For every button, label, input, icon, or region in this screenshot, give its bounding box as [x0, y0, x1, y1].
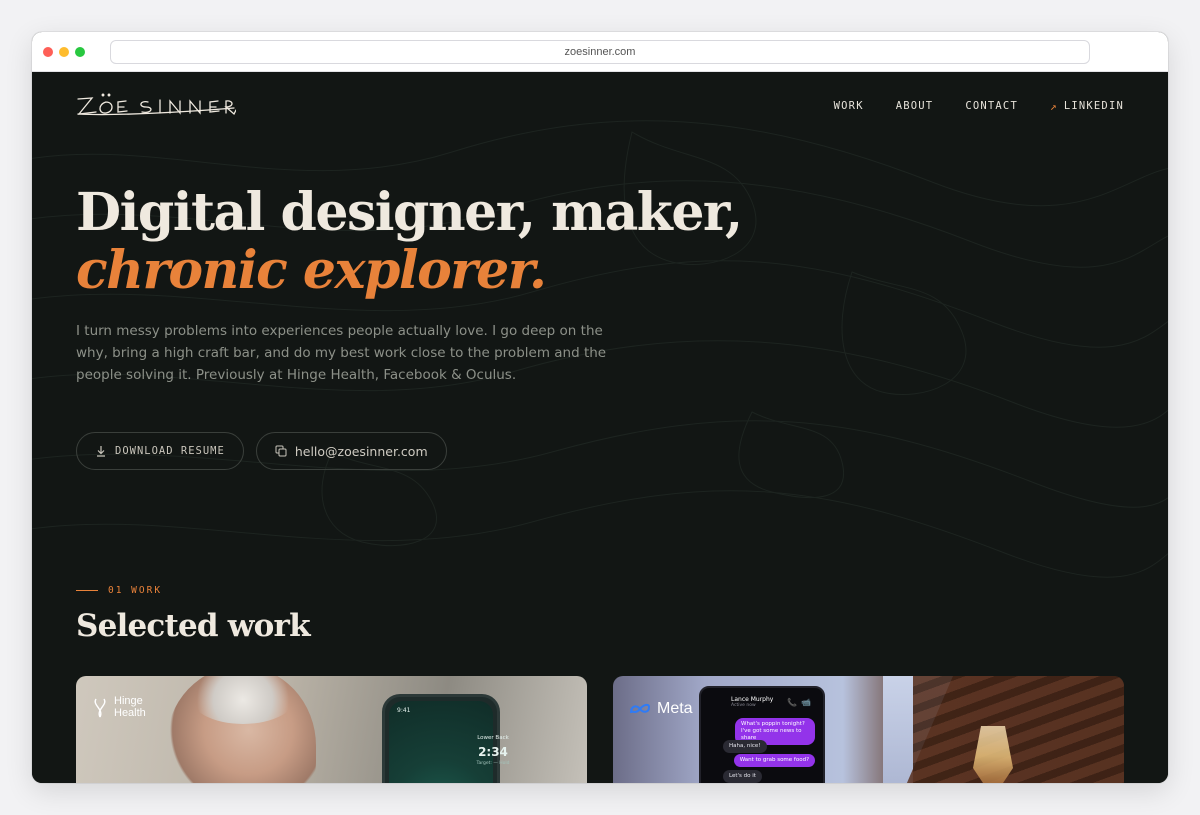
close-window-button[interactable]: [43, 47, 53, 57]
arrow-up-right-icon: ↗: [1049, 99, 1058, 113]
address-bar[interactable]: zoesinner.com: [110, 40, 1090, 64]
nav-links: WORK ABOUT CONTACT ↗ LINKEDIN: [834, 100, 1124, 113]
zoe-sinner-logo[interactable]: [76, 90, 236, 122]
minimize-window-button[interactable]: [59, 47, 69, 57]
wooden-rafters: [913, 676, 1124, 783]
chat-bubble: Haha, nice!: [723, 740, 767, 753]
call-icons: 📞📹: [787, 698, 815, 707]
address-bar-url: zoesinner.com: [564, 46, 636, 58]
hinge-app-screen: 9:41 Lower Back 2:34 Target: — Hold: [389, 701, 510, 783]
hinge-health-logo: Hinge Health: [92, 696, 146, 719]
hero-actions: DOWNLOAD RESUME hello@zoesinner.com: [76, 432, 447, 470]
download-resume-button[interactable]: DOWNLOAD RESUME: [76, 432, 244, 470]
section-label: 01 WORK: [76, 585, 162, 596]
work-card-hinge-health[interactable]: Hinge Health 9:41 Lower Back 2:34 Target…: [76, 676, 587, 783]
nav-link-about[interactable]: ABOUT: [896, 100, 934, 112]
section-title: Selected work: [76, 608, 311, 644]
chat-bubble: Want to grab some food?: [733, 754, 815, 767]
browser-chrome: zoesinner.com: [32, 32, 1168, 72]
hinge-logo-icon: [94, 698, 106, 717]
maximize-window-button[interactable]: [75, 47, 85, 57]
hero-heading-line1: Digital designer, maker,: [76, 182, 743, 243]
hero-description: I turn messy problems into experiences p…: [76, 323, 607, 383]
nav-link-linkedin[interactable]: ↗ LINKEDIN: [1050, 100, 1124, 113]
web-page: WORK ABOUT CONTACT ↗ LINKEDIN Digital de…: [32, 72, 1168, 783]
meta-infinity-icon: [630, 703, 651, 714]
work-card-meta[interactable]: Meta Lance Murphy Active now 📞📹 What's p…: [613, 676, 1124, 783]
hinge-app-phone: 9:41 Lower Back 2:34 Target: — Hold: [382, 694, 510, 783]
meta-logo: Meta: [629, 700, 693, 718]
nav-link-contact[interactable]: CONTACT: [965, 100, 1018, 112]
section-label-rule: [76, 590, 98, 591]
nav-link-work[interactable]: WORK: [834, 100, 864, 112]
browser-window: zoesinner.com WORK ABOUT CONTACT ↗ LINKE…: [32, 32, 1168, 783]
messenger-phone: Lance Murphy Active now 📞📹 What's poppin…: [699, 686, 825, 783]
hero-heading-line2: chronic explorer.: [76, 240, 547, 301]
copy-email-button[interactable]: hello@zoesinner.com: [255, 432, 447, 470]
top-navigation: WORK ABOUT CONTACT ↗ LINKEDIN: [76, 88, 1124, 124]
hero-heading: Digital designer, maker, chronic explore…: [76, 182, 743, 301]
contact-name: Lance Murphy: [731, 696, 774, 703]
copy-icon: [275, 445, 287, 457]
chat-bubble: Let's do it: [723, 770, 762, 783]
download-icon: [97, 446, 105, 457]
contact-status: Active now: [731, 703, 756, 708]
